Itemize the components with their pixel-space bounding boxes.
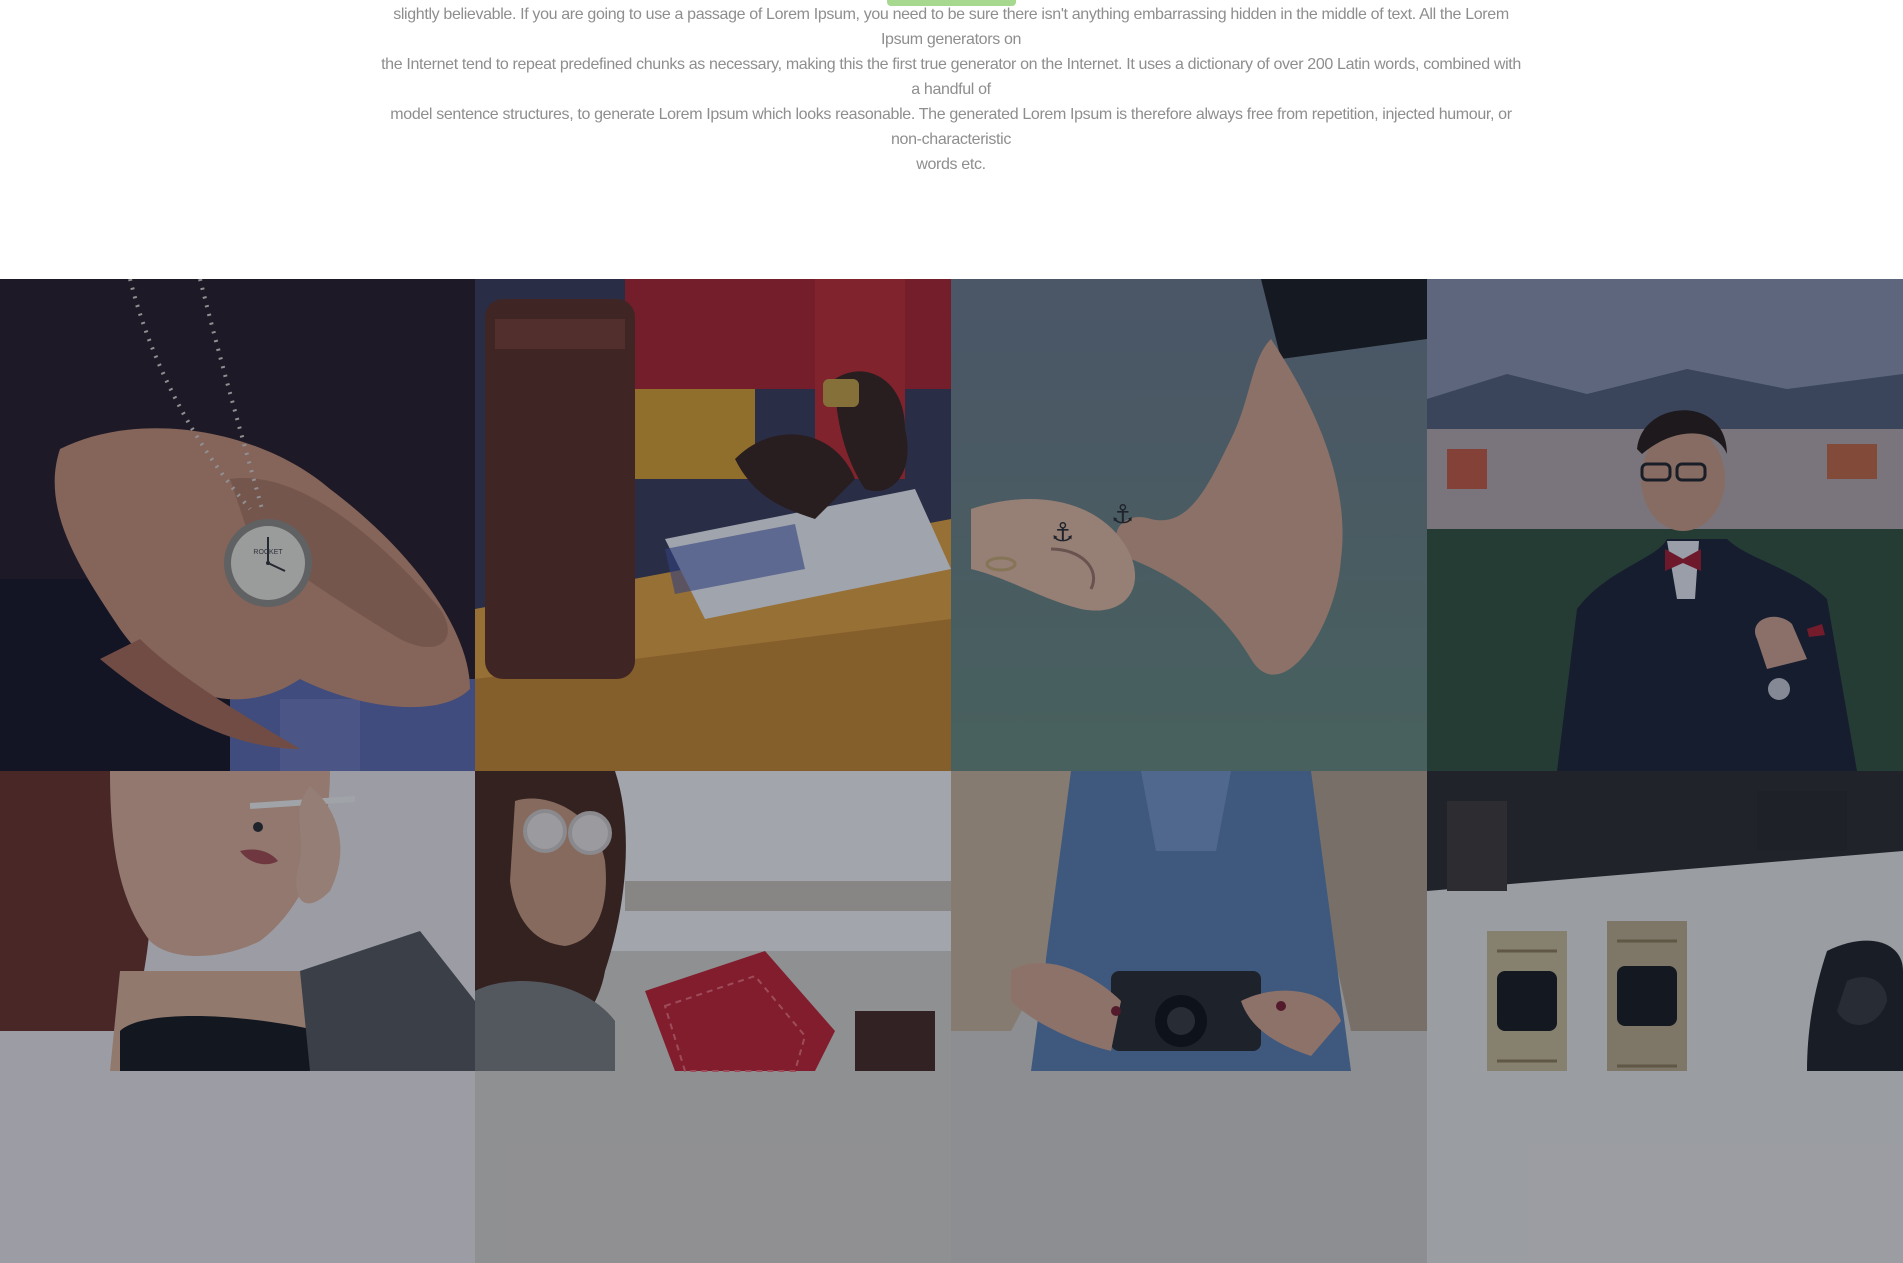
watch-brand-text: ROCKET <box>253 549 283 556</box>
pocket-watch-photo: ROCKET <box>0 279 475 771</box>
intro-line: slightly believable. If you are going to… <box>393 6 1509 48</box>
intro-text: slightly believable. If you are going to… <box>376 2 1526 177</box>
gallery-item-writing-desk[interactable] <box>475 279 951 771</box>
intro-line: the Internet tend to repeat predefined c… <box>381 56 1521 98</box>
intro-line: model sentence structures, to generate L… <box>390 106 1512 148</box>
gallery-item-tattooed-fingers[interactable]: ⚓ ⚓ <box>951 279 1427 771</box>
gallery-item-woman-camera[interactable] <box>951 771 1427 1263</box>
svg-text:⚓: ⚓ <box>1111 500 1134 530</box>
writing-desk-photo <box>475 279 951 771</box>
svg-text:⚓: ⚓ <box>1051 518 1074 548</box>
gallery-item-man-in-suit[interactable] <box>1427 279 1903 771</box>
woman-smoking-photo <box>0 771 475 1263</box>
gallery-item-woman-sunglasses[interactable] <box>475 771 951 1263</box>
gallery-item-wristwatches[interactable] <box>1427 771 1903 1263</box>
gallery-item-woman-smoking[interactable] <box>0 771 475 1263</box>
man-in-suit-photo <box>1427 279 1903 771</box>
wristwatches-photo <box>1427 771 1903 1263</box>
photo-gallery: ROCKET ⚓ ⚓ <box>0 279 1903 1263</box>
intro-line: words etc. <box>916 156 986 173</box>
tattooed-fingers-photo: ⚓ ⚓ <box>951 279 1427 771</box>
woman-sunglasses-photo <box>475 771 951 1263</box>
woman-camera-photo <box>951 771 1427 1263</box>
gallery-item-pocket-watch[interactable]: ROCKET <box>0 279 475 771</box>
